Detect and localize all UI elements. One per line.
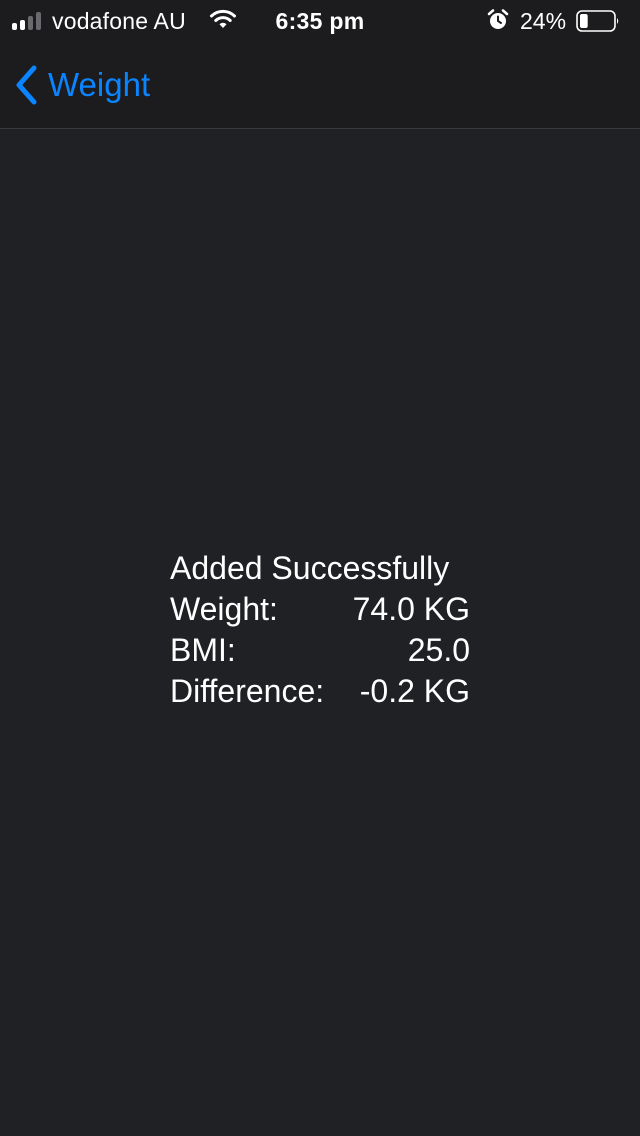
result-summary: Added Successfully Weight: 74.0 KG BMI: … bbox=[170, 548, 470, 712]
status-bar: vodafone AU 6:35 pm 24% bbox=[0, 0, 640, 42]
battery-percent: 24% bbox=[520, 8, 567, 34]
navigation-bar: Weight bbox=[0, 42, 640, 129]
result-row-difference: Difference: -0.2 KG bbox=[170, 671, 470, 712]
result-row-bmi: BMI: 25.0 bbox=[170, 630, 470, 671]
result-title: Added Successfully bbox=[170, 550, 450, 586]
back-button-label: Weight bbox=[48, 66, 151, 103]
chevron-left-icon bbox=[16, 65, 37, 105]
battery-icon bbox=[576, 10, 619, 32]
bmi-label: BMI: bbox=[170, 632, 236, 668]
difference-label: Difference: bbox=[170, 673, 325, 709]
difference-value: -0.2 KG bbox=[359, 673, 470, 709]
result-row-weight: Weight: 74.0 KG bbox=[170, 589, 470, 630]
back-button[interactable]: Weight bbox=[14, 62, 150, 108]
bmi-value: 25.0 bbox=[407, 632, 470, 668]
alarm-icon bbox=[487, 9, 509, 29]
weight-label: Weight: bbox=[170, 591, 278, 627]
weight-value: 74.0 KG bbox=[352, 591, 470, 627]
